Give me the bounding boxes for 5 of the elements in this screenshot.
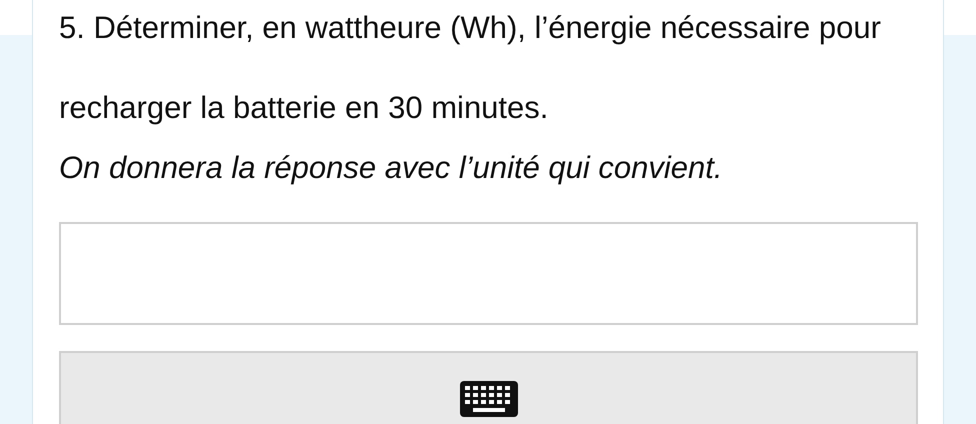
keyboard-icon bbox=[460, 381, 518, 418]
hint-text: On donnera la réponse avec l’unité qui convient. bbox=[59, 149, 722, 187]
answer-field[interactable] bbox=[59, 222, 918, 326]
question-text: 5. Déterminer, en wattheure (Wh), l’énergie nécessaire pour recharger la batterie en 30 minutes. bbox=[59, 9, 882, 127]
keyboard-button[interactable] bbox=[59, 351, 918, 424]
